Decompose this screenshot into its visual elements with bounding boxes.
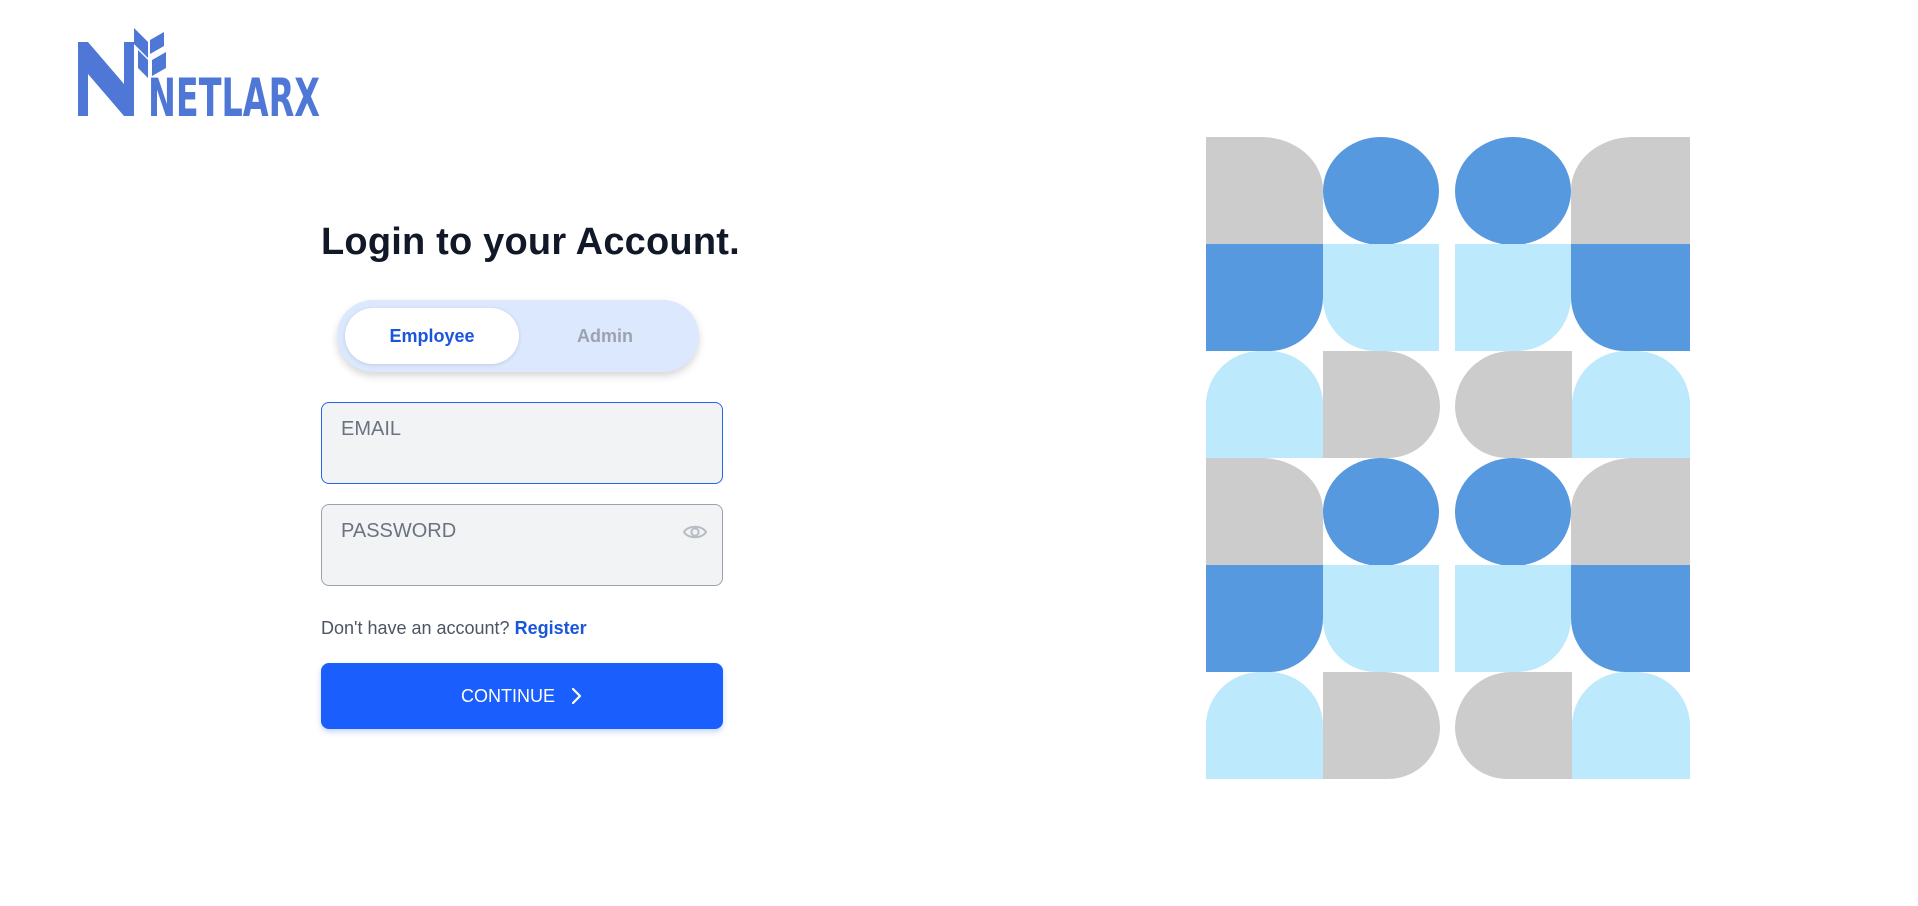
email-input[interactable] <box>322 403 722 483</box>
register-link[interactable]: Register <box>515 618 587 638</box>
password-input[interactable] <box>322 505 722 585</box>
password-field-wrapper <box>321 504 723 586</box>
chevron-right-icon <box>571 687 582 705</box>
tab-employee[interactable]: Employee <box>345 308 519 364</box>
login-page: NETLARX Login to your Account. Employee … <box>0 0 1918 906</box>
tab-admin[interactable]: Admin <box>518 308 692 364</box>
pattern-tile-repeat <box>1206 458 1690 779</box>
register-prompt: Don't have an account? <box>321 618 510 638</box>
login-form: Login to your Account. Employee Admin Do… <box>321 212 740 729</box>
decorative-pattern <box>1206 137 1690 779</box>
svg-text:NETLARX: NETLARX <box>148 68 320 120</box>
netlarx-logo: NETLARX <box>78 28 320 120</box>
role-toggle: Employee Admin <box>337 300 699 372</box>
pattern-tile <box>1206 137 1690 458</box>
continue-button[interactable]: CONTINUE <box>321 663 723 729</box>
continue-label: CONTINUE <box>461 685 555 706</box>
email-field-wrapper <box>321 402 723 484</box>
page-title: Login to your Account. <box>321 221 740 263</box>
eye-icon[interactable] <box>682 521 708 543</box>
register-prompt-line: Don't have an account? Register <box>321 618 723 639</box>
